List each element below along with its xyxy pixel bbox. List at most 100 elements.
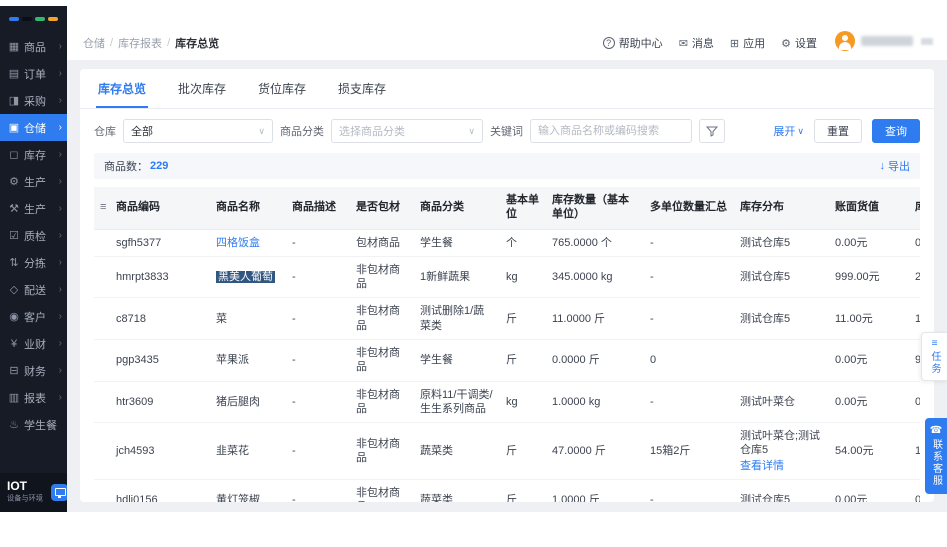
chevron-down-icon: ∨	[468, 125, 475, 136]
distribution-text: 测试仓库5	[740, 312, 791, 325]
category-select[interactable]: 选择商品分类 ∨	[331, 119, 483, 143]
product-name-selected[interactable]: 黑美人葡萄	[216, 270, 275, 283]
quantity-cell: 11.0000 斤	[546, 297, 644, 340]
book-value-cell: 999.00元	[829, 256, 909, 299]
distribution-text: 测试仓库5	[740, 270, 791, 283]
delivery-icon: ◇	[9, 284, 19, 296]
sidebar-footer[interactable]: IOT 设备与环境	[0, 473, 68, 512]
task-float-button[interactable]: ≡ 任务	[921, 332, 947, 381]
sidebar-item-label: 质检	[24, 230, 46, 243]
search-button[interactable]: 查询	[872, 119, 920, 143]
settings-button[interactable]: ⚙ 设置	[781, 35, 817, 51]
task-list-icon: ≡	[931, 338, 938, 349]
filter-actions: 展开 ∨ 重置 查询	[773, 119, 920, 143]
product-name-link[interactable]: 四格饭盒	[216, 237, 260, 249]
product-name-text: 苹果派	[216, 354, 249, 367]
table-row[interactable]: htr3609 猪后腿肉 - 非包材商品 原料11/干调类/生生系列商品 kg 1.0000…	[94, 381, 920, 424]
book-value-cell: 0.00元	[829, 229, 909, 257]
warehouse-select[interactable]: 全部 ∨	[123, 119, 273, 143]
view-details-link[interactable]: 查看详情	[740, 459, 823, 473]
product-desc-cell: -	[286, 479, 350, 502]
expand-filters-link[interactable]: 展开 ∨	[773, 123, 804, 139]
product-name-text: 猪后腿肉	[216, 395, 260, 408]
column-header: 账面货值	[829, 187, 909, 230]
quality-icon: ☑	[9, 230, 19, 242]
tab-loss[interactable]: 损支库存	[336, 69, 388, 108]
tab-batch[interactable]: 批次库存	[176, 69, 228, 108]
product-count-label: 商品数：	[104, 161, 148, 173]
logo-dash-3	[35, 17, 45, 21]
table-row[interactable]: hmrpt3833 黑美人葡萄 - 非包材商品 1新鲜蔬果 kg 345.0000 kg - 测…	[94, 256, 920, 299]
logo-dash-1	[9, 17, 19, 21]
sidebar-item-production[interactable]: ⚙ 生产 ›	[0, 168, 67, 195]
sidebar-item-orders[interactable]: ▤ 订单 ›	[0, 60, 67, 87]
sidebar-item-label: 财务	[24, 365, 46, 378]
sidebar-item-customer[interactable]: ◉ 客户 ›	[0, 303, 67, 330]
user-profile[interactable]	[835, 31, 933, 51]
table-row[interactable]: jch4593 韭菜花 - 非包材商品 蔬菜类斤 47.0000 斤 15箱2斤 测试叶菜仓;…	[94, 422, 920, 481]
sidebar-item-label: 分拣	[24, 257, 46, 270]
help-center-button[interactable]: ? 帮助中心	[602, 35, 663, 51]
sorting-icon: ⇅	[9, 257, 19, 269]
sidebar-menu: ▦ 商品 › ▤ 订单 › ◨ 采购 › ▣ 仓储 › ◻ 库存 › ⚙ 生产 › ⚒ 生产 › ☑ 质检 › ⇅ 分拣 › ◇ 配送 ›…	[0, 33, 67, 438]
sidebar-item-delivery[interactable]: ◇ 配送 ›	[0, 276, 67, 303]
sidebar: ▦ 商品 › ▤ 订单 › ◨ 采购 › ▣ 仓储 › ◻ 库存 › ⚙ 生产 › ⚒ 生产 › ☑ 质检 › ⇅ 分拣 › ◇ 配送 ›…	[0, 6, 68, 512]
product-code-cell: jch4593	[110, 422, 210, 481]
sidebar-item-reports[interactable]: ▥ 报表 ›	[0, 384, 67, 411]
reset-button[interactable]: 重置	[814, 119, 862, 143]
apps-button[interactable]: ⊞ 应用	[730, 35, 765, 51]
breadcrumb-item[interactable]: 仓储	[83, 35, 105, 51]
tab-slot[interactable]: 货位库存	[256, 69, 308, 108]
task-label: 任务	[929, 351, 940, 375]
sidebar-item-biz-finance[interactable]: ¥ 业财 ›	[0, 330, 67, 357]
avg-price-cell: 0.00元	[909, 479, 920, 502]
messages-label: 消息	[691, 38, 714, 50]
tab-overview[interactable]: 库存总览	[96, 69, 149, 108]
sidebar-item-student-meal[interactable]: ♨ 学生餐	[0, 411, 67, 438]
sidebar-item-goods[interactable]: ▦ 商品 ›	[0, 33, 67, 60]
column-header: 库存数量（基本单位）	[546, 187, 644, 230]
category-cell: 学生餐	[414, 339, 500, 382]
column-header: 多单位数量汇总	[644, 187, 734, 230]
chevron-right-icon: ›	[58, 257, 62, 268]
sidebar-item-production-2[interactable]: ⚒ 生产 ›	[0, 195, 67, 222]
table-row[interactable]: pgp3435 苹果派 -非包材商品学生餐斤0.0000 斤0 0.00元9.00元	[94, 339, 920, 382]
chevron-right-icon: ›	[58, 338, 62, 349]
table-row[interactable]: c8718 菜 - 非包材商品 测试删除1/蔬菜类斤 11.0000 斤 - 测试仓库5 11.…	[94, 297, 920, 340]
user-name-redacted	[861, 36, 913, 46]
sidebar-item-label: 生产	[24, 203, 46, 216]
export-link[interactable]: ↓ 导出	[880, 158, 911, 174]
messages-button[interactable]: ✉ 消息	[679, 35, 714, 51]
product-code-cell: c8718	[110, 297, 210, 340]
sidebar-item-quality[interactable]: ☑ 质检 ›	[0, 222, 67, 249]
avg-price-cell: 2.90元	[909, 256, 920, 299]
topbar-actions: ? 帮助中心 ✉ 消息 ⊞ 应用 ⚙ 设置	[602, 35, 817, 51]
filter-funnel-button[interactable]	[699, 119, 725, 143]
table-row[interactable]: hdlj0156黄灯笼椒-非包材商品蔬菜类斤1.0000 斤-测试仓库50.00…	[94, 479, 920, 502]
headset-icon: ☎	[929, 425, 943, 436]
unit-cell: 斤	[500, 479, 546, 502]
drag-handle-cell	[94, 381, 110, 424]
packaging-cell: 非包材商品	[350, 422, 414, 481]
product-name-cell: 菜	[210, 297, 286, 340]
product-name-cell: 猪后腿肉	[210, 381, 286, 424]
sidebar-item-warehouse[interactable]: ▣ 仓储 ›	[0, 114, 67, 141]
breadcrumb-item[interactable]: 库存报表	[118, 35, 162, 51]
book-value-cell: 0.00元	[829, 381, 909, 424]
iot-subtitle: 设备与环境	[7, 494, 43, 503]
avatar[interactable]	[835, 31, 855, 51]
sidebar-item-purchase[interactable]: ◨ 采购 ›	[0, 87, 67, 114]
summary-bar: 商品数： 229 ↓ 导出	[94, 153, 920, 179]
sidebar-item-finance[interactable]: ⊟ 财务 ›	[0, 357, 67, 384]
keyword-input[interactable]	[530, 119, 692, 143]
customer-service-button[interactable]: ☎ 联系客服	[925, 418, 947, 494]
column-settings-icon[interactable]: ≡	[100, 201, 106, 213]
packaging-cell: 包材商品	[350, 229, 414, 257]
product-name-text: 韭菜花	[216, 444, 249, 457]
sidebar-item-sorting[interactable]: ⇅ 分拣 ›	[0, 249, 67, 276]
table-row[interactable]: sgfh5377 四格饭盒 - 包材商品 学生餐个 765.0000 个 - 测试仓库5 0.0…	[94, 229, 920, 257]
sidebar-item-inventory[interactable]: ◻ 库存 ›	[0, 141, 67, 168]
sidebar-item-label: 库存	[24, 149, 46, 162]
product-name-cell: 苹果派	[210, 339, 286, 382]
export-label: 导出	[888, 161, 910, 173]
